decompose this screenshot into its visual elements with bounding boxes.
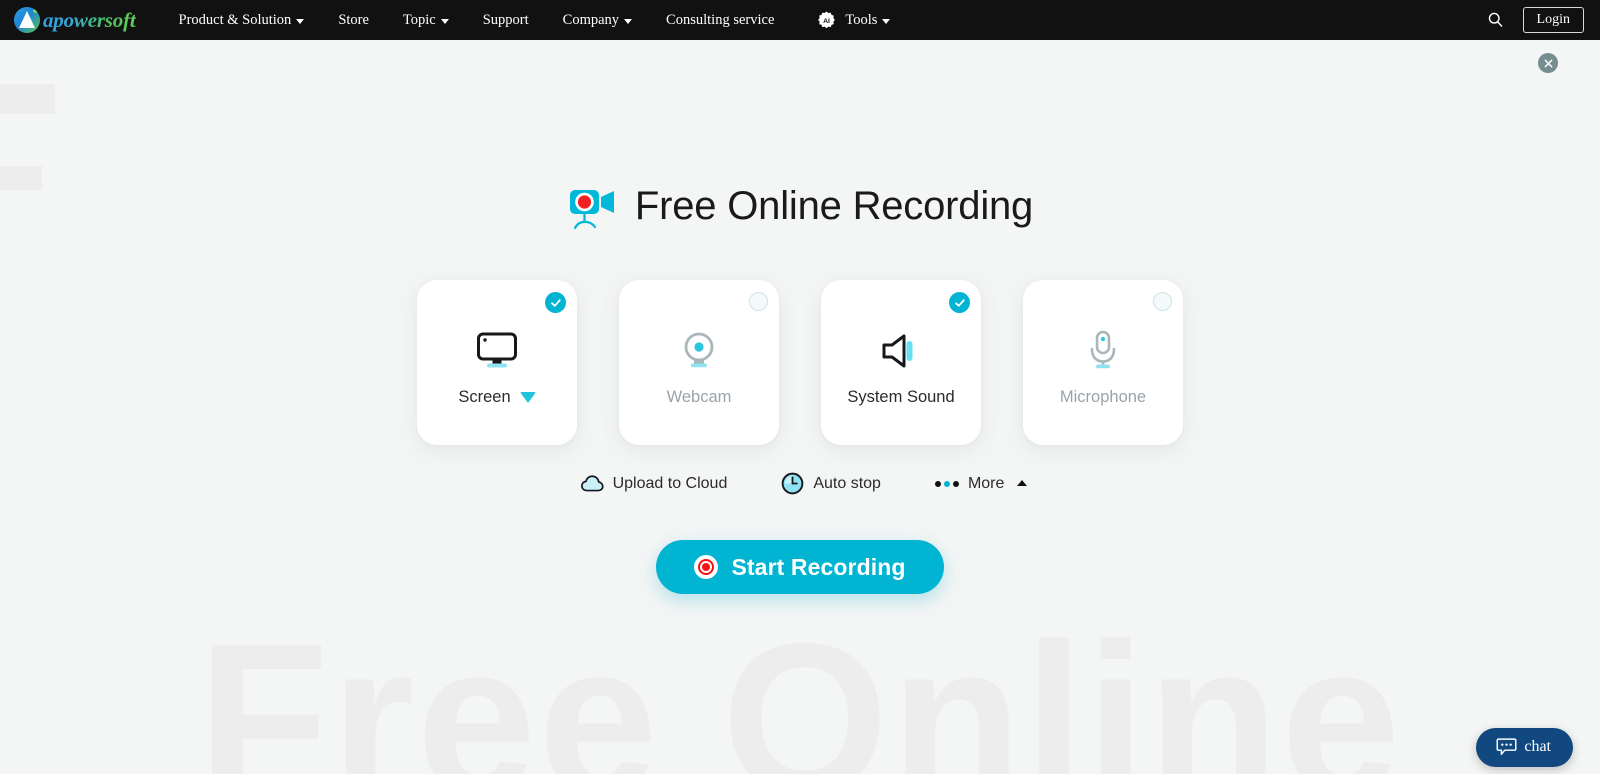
- source-label-text: Screen: [458, 388, 511, 406]
- source-card-screen[interactable]: Screen: [417, 280, 577, 445]
- radio-icon-webcam[interactable]: [749, 292, 768, 311]
- nav-label: Company: [562, 11, 620, 28]
- recorder-options: Upload to Cloud Auto stop More: [0, 472, 1600, 495]
- login-button[interactable]: Login: [1522, 6, 1584, 34]
- chevron-down-icon: [296, 18, 305, 24]
- chevron-down-icon: [624, 18, 633, 24]
- clock-icon: [781, 472, 804, 495]
- source-card-webcam[interactable]: Webcam: [619, 280, 779, 445]
- webcam-icon: [676, 328, 722, 374]
- source-card-label: Microphone: [1060, 388, 1146, 407]
- nav-item-company[interactable]: Company: [546, 0, 649, 40]
- option-label: More: [967, 474, 1005, 492]
- start-recording-label: Start Recording: [731, 553, 906, 580]
- ai-badge-icon: AI: [817, 10, 836, 30]
- brand-name: apowersoft: [43, 7, 136, 32]
- header-actions: Login: [1483, 6, 1600, 34]
- record-dot-icon: [694, 555, 719, 579]
- option-label: Upload to Cloud: [612, 474, 728, 492]
- site-header: apowersoft Product & Solution Store Topi…: [0, 0, 1600, 40]
- source-card-label: System Sound: [847, 388, 954, 407]
- nav-item-ai-tools[interactable]: AI Tools: [791, 0, 907, 40]
- background-watermark: Free Online: [197, 598, 1403, 774]
- chevron-down-icon-screen[interactable]: [519, 392, 536, 403]
- source-card-system-sound[interactable]: System Sound: [821, 280, 981, 445]
- nav-label: Tools: [845, 11, 878, 28]
- search-icon[interactable]: [1483, 7, 1509, 33]
- source-label-text: Microphone: [1059, 388, 1147, 406]
- nav-item-topic[interactable]: Topic: [386, 0, 466, 40]
- close-icon[interactable]: [1538, 53, 1558, 73]
- nav-item-store[interactable]: Store: [321, 0, 386, 40]
- microphone-icon: [1080, 328, 1126, 374]
- chevron-down-icon: [882, 18, 891, 24]
- monitor-icon: [474, 328, 520, 374]
- chevron-up-icon: [1017, 479, 1028, 486]
- source-cards: Screen Webcam System Sound Microphone: [0, 280, 1600, 445]
- video-camera-icon: [567, 180, 619, 232]
- source-card-label: Screen: [458, 388, 536, 407]
- nav-label: Support: [482, 11, 529, 28]
- recorder-stage: Free Online Free Online Recording Screen…: [0, 40, 1600, 774]
- main-navigation: Product & Solution Store Topic Support C…: [162, 0, 908, 40]
- nav-item-support[interactable]: Support: [466, 0, 546, 40]
- start-recording-button[interactable]: Start Recording: [656, 540, 944, 594]
- page-title-text: Free Online Recording: [634, 183, 1034, 228]
- option-upload-to-cloud[interactable]: Upload to Cloud: [580, 472, 728, 495]
- svg-text:AI: AI: [823, 18, 830, 25]
- radio-icon-microphone[interactable]: [1153, 292, 1172, 311]
- nav-label: Product & Solution: [178, 11, 292, 28]
- cloud-upload-icon: [580, 472, 604, 495]
- apowersoft-logo-icon: [14, 7, 40, 33]
- chat-widget-button[interactable]: chat: [1476, 728, 1573, 767]
- nav-item-consulting-service[interactable]: Consulting service: [649, 0, 791, 40]
- check-icon-screen[interactable]: [545, 292, 566, 313]
- chevron-down-icon: [440, 18, 449, 24]
- source-label-text: Webcam: [666, 388, 732, 406]
- recorder-panel: Free Online Recording Screen Webcam Syst…: [0, 180, 1600, 594]
- three-dots-icon: [934, 480, 959, 487]
- option-label: Auto stop: [813, 474, 881, 492]
- source-card-microphone[interactable]: Microphone: [1023, 280, 1183, 445]
- source-label-text: System Sound: [847, 388, 955, 406]
- watermark-block-a: [0, 84, 55, 114]
- option-auto-stop[interactable]: Auto stop: [781, 472, 881, 495]
- brand-logo[interactable]: apowersoft: [14, 7, 136, 33]
- nav-item-product-solution[interactable]: Product & Solution: [162, 0, 322, 40]
- start-recording-wrap: Start Recording: [0, 540, 1600, 594]
- app-root: apowersoft Product & Solution Store Topi…: [0, 0, 1600, 774]
- check-icon-system-sound[interactable]: [949, 292, 970, 313]
- chat-widget-label: chat: [1524, 738, 1551, 755]
- page-title: Free Online Recording: [0, 180, 1600, 232]
- option-more[interactable]: More: [934, 474, 1028, 493]
- nav-label: Topic: [402, 11, 436, 28]
- nav-label: Store: [338, 11, 369, 28]
- speaker-icon: [878, 328, 924, 374]
- source-card-label: Webcam: [667, 388, 732, 407]
- nav-label: Consulting service: [666, 11, 775, 28]
- chat-bubble-icon: [1496, 738, 1517, 756]
